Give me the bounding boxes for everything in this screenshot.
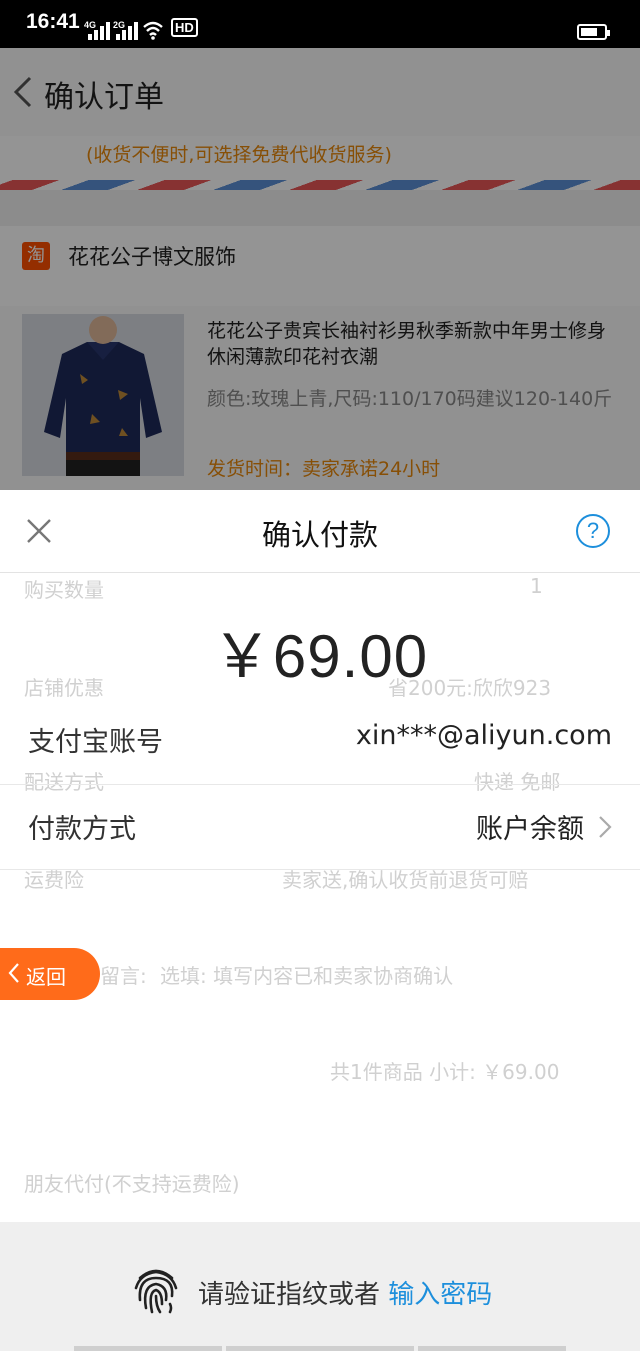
payment-sheet: 购买数量 1 店铺优惠 省200元:欣欣923 配送方式 快递 免邮 运费险 卖…: [0, 490, 640, 1351]
ghost-message-label: 留言:: [100, 964, 147, 988]
status-bar: 16:41 4G 2G HD: [0, 0, 640, 48]
fingerprint-bar: 请验证指纹或者 输入密码: [0, 1222, 640, 1351]
enter-password-link[interactable]: 输入密码: [388, 1280, 492, 1310]
payment-amount: ￥69.00: [211, 623, 429, 690]
ghost-quantity-value: 1: [530, 574, 543, 598]
help-icon[interactable]: ?: [576, 514, 610, 548]
ghost-subtotal: 共1件商品 小计: ￥69.00: [330, 1060, 560, 1084]
payment-method-value: 账户余额: [476, 814, 584, 845]
ghost-message-placeholder: 选填: 填写内容已和卖家协商确认: [160, 964, 454, 988]
nav-hint-2: [226, 1346, 414, 1351]
payment-method-label: 付款方式: [28, 814, 136, 845]
nav-hint-1: [74, 1346, 222, 1351]
wifi-icon: [143, 21, 163, 40]
account-value: xin***@aliyun.com: [355, 720, 612, 751]
battery-icon: [577, 24, 610, 40]
chevron-right-icon: [599, 816, 612, 838]
fingerprint-icon: [134, 1269, 178, 1314]
hd-badge: HD: [171, 18, 198, 37]
chevron-left-icon: [8, 963, 19, 983]
account-label: 支付宝账号: [28, 727, 163, 758]
nav-hint-3: [418, 1346, 566, 1351]
account-row: 支付宝账号 xin***@aliyun.com: [0, 698, 640, 782]
ghost-quantity-label: 购买数量: [24, 578, 104, 602]
fingerprint-prompt: 请验证指纹或者 输入密码: [198, 1280, 493, 1310]
payment-method-row[interactable]: 付款方式 账户余额: [0, 784, 640, 870]
sheet-header: 确认付款 ?: [0, 490, 640, 573]
signal-icon-2: [116, 22, 138, 40]
signal-icon: [88, 22, 110, 40]
clock: 16:41: [26, 10, 80, 33]
return-label: 返回: [26, 965, 66, 989]
return-button[interactable]: 返回: [0, 948, 100, 1000]
ghost-friend-pay: 朋友代付(不支持运费险): [24, 1172, 240, 1196]
sheet-title: 确认付款: [261, 518, 378, 552]
